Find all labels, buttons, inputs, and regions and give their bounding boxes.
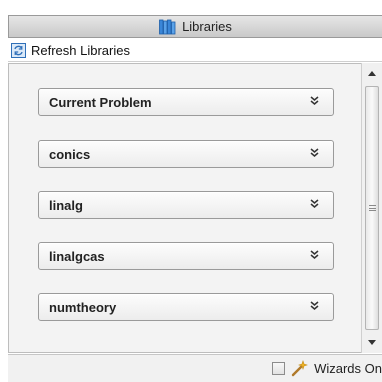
- libraries-icon: [159, 19, 176, 35]
- wand-icon: [291, 360, 309, 377]
- grip-icon: [368, 205, 376, 211]
- refresh-libraries-label: Refresh Libraries: [31, 43, 130, 58]
- libraries-panel: Libraries Refresh Libraries Current Prob…: [0, 0, 382, 382]
- library-conics[interactable]: conics: [38, 140, 334, 168]
- chevron-down-icon: [310, 250, 319, 262]
- scrollbar-thumb[interactable]: [365, 86, 379, 330]
- library-label: conics: [49, 146, 91, 162]
- chevron-down-icon: [310, 301, 319, 313]
- refresh-libraries-button[interactable]: Refresh Libraries: [8, 40, 382, 62]
- refresh-icon: [11, 43, 26, 58]
- arrow-up-icon: [368, 71, 376, 76]
- chevron-down-icon: [310, 199, 319, 211]
- library-label: Current Problem: [49, 94, 152, 110]
- vertical-scrollbar[interactable]: [361, 63, 382, 353]
- chevron-down-icon: [310, 96, 319, 108]
- library-label: linalg: [49, 197, 83, 213]
- library-numtheory[interactable]: numtheory: [38, 293, 334, 321]
- wizards-on-checkbox[interactable]: [272, 362, 286, 375]
- library-linalgcas[interactable]: linalgcas: [38, 242, 334, 270]
- library-list: Current Problem conics linalg linalgcas …: [8, 63, 361, 353]
- wizards-on-label: Wizards On: [314, 361, 382, 376]
- panel-footer: Wizards On: [8, 354, 382, 382]
- arrow-down-icon: [368, 340, 376, 345]
- library-label: numtheory: [49, 299, 117, 315]
- scroll-down-button[interactable]: [362, 334, 382, 351]
- panel-title: Libraries: [182, 19, 232, 34]
- scroll-up-button[interactable]: [362, 65, 382, 82]
- library-current-problem[interactable]: Current Problem: [38, 88, 334, 116]
- library-label: linalgcas: [49, 248, 105, 264]
- chevron-down-icon: [310, 148, 319, 160]
- library-linalg[interactable]: linalg: [38, 191, 334, 219]
- panel-title-bar: Libraries: [8, 15, 382, 38]
